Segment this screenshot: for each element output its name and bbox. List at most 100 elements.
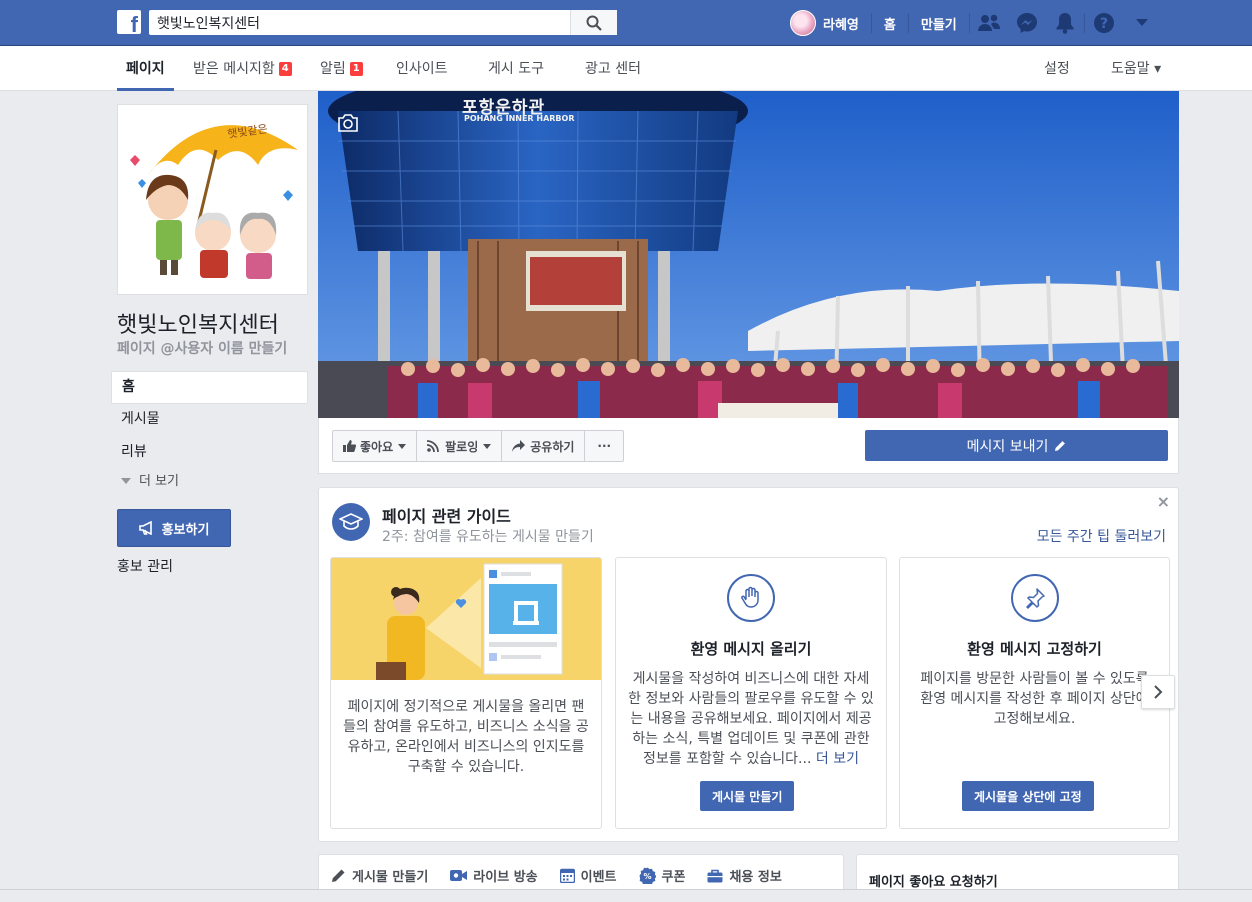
friend-requests-button[interactable] — [970, 0, 1008, 46]
follow-button[interactable]: 팔로잉 — [417, 431, 503, 461]
create-post-tab[interactable]: 게시물 만들기 — [331, 866, 428, 885]
facebook-logo-icon[interactable]: f — [117, 10, 141, 34]
profile-picture[interactable]: 햇빛같은 — [117, 104, 308, 295]
calendar-icon — [559, 868, 575, 883]
notifications-button[interactable] — [1046, 0, 1084, 46]
composer-label: 라이브 방송 — [473, 870, 538, 885]
search-box — [149, 10, 617, 35]
tab-ad-center[interactable]: 광고 센터 — [585, 46, 641, 91]
chevron-right-icon — [1154, 685, 1163, 699]
notifications-count-badge: 1 — [349, 62, 363, 76]
composer-label: 채용 정보 — [729, 870, 782, 885]
pin-icon — [1025, 588, 1045, 609]
caret-down-icon — [121, 478, 131, 484]
composer-label: 게시물 만들기 — [352, 870, 429, 885]
page-title: 햇빛노인복지센터 — [117, 313, 279, 338]
guide-title: 페이지 관련 가이드 — [382, 507, 511, 526]
thumbs-up-icon — [343, 440, 356, 452]
home-link[interactable]: 홈 — [872, 14, 908, 33]
cover-sign-english: POHANG INNER HARBOR — [464, 114, 575, 123]
left-nav: 홈 게시물 리뷰 더 보기 — [111, 371, 308, 498]
create-username-link[interactable]: 페이지 @사용자 이름 만들기 — [117, 338, 287, 358]
see-more-link[interactable]: 더 보기 — [816, 751, 859, 765]
left-nav-reviews[interactable]: 리뷰 — [111, 437, 308, 470]
svg-text:%: % — [643, 872, 651, 881]
next-tip-button[interactable] — [1141, 675, 1175, 709]
search-button[interactable] — [570, 10, 617, 35]
tab-inbox[interactable]: 받은 메시지함 4 — [193, 46, 292, 91]
action-button-group: 좋아요 팔로잉 공유하기 ··· — [332, 430, 625, 462]
tab-settings[interactable]: 설정 — [1044, 46, 1070, 91]
tip-text: 페이지를 방문한 사람들이 볼 수 있도록 환영 메시지를 작성한 후 페이지 … — [920, 671, 1149, 727]
top-right-nav: 라혜영 홈 만들기 ? — [790, 0, 1161, 46]
svg-text:?: ? — [1100, 16, 1108, 32]
caret-down-icon — [483, 443, 492, 449]
cover-action-bar: 좋아요 팔로잉 공유하기 ··· 메시지 보내기 — [318, 418, 1179, 474]
like-label: 좋아요 — [360, 439, 394, 454]
search-input[interactable] — [149, 10, 569, 35]
cover-photo[interactable]: 포항운하관 POHANG INNER HARBOR — [318, 91, 1179, 418]
send-message-button[interactable]: 메시지 보내기 — [865, 430, 1168, 461]
tip-title: 환영 메시지 고정하기 — [967, 640, 1102, 658]
camera-icon[interactable] — [337, 114, 359, 132]
tab-publishing-tools[interactable]: 게시 도구 — [488, 46, 544, 91]
megaphone-icon — [138, 521, 152, 535]
live-video-tab[interactable]: 라이브 방송 — [450, 866, 538, 885]
tip-illustration — [331, 558, 601, 680]
caret-down-icon — [1135, 19, 1148, 26]
create-post-button[interactable]: 게시물 만들기 — [700, 781, 795, 811]
follow-label: 팔로잉 — [445, 439, 479, 454]
help-button[interactable]: ? — [1085, 0, 1123, 46]
jobs-tab[interactable]: 채용 정보 — [707, 866, 782, 885]
share-button[interactable]: 공유하기 — [502, 431, 586, 461]
share-icon — [512, 440, 526, 452]
left-nav-more[interactable]: 더 보기 — [111, 470, 308, 498]
tab-page[interactable]: 페이지 — [117, 46, 174, 91]
tab-label: 알림 — [320, 61, 346, 77]
see-all-tips-link[interactable]: 모든 주간 팁 둘러보기 — [1037, 526, 1166, 546]
page-nav: 페이지 받은 메시지함 4 알림 1 인사이트 게시 도구 광고 센터 설정 도움말… — [0, 46, 1252, 91]
briefcase-icon — [707, 869, 723, 882]
tip-icon-circle — [1010, 574, 1059, 622]
tip-icon-circle — [727, 574, 775, 622]
pencil-icon — [332, 869, 345, 882]
messenger-button[interactable] — [1008, 0, 1046, 46]
profile-link[interactable]: 라혜영 — [790, 10, 871, 36]
cover-image — [318, 91, 1179, 418]
send-message-label: 메시지 보내기 — [966, 438, 1049, 455]
profile-illustration: 햇빛같은 — [118, 105, 307, 294]
avatar — [790, 10, 816, 36]
caret-down-icon — [398, 443, 407, 449]
tab-label: 받은 메시지함 — [193, 61, 275, 77]
tab-insights[interactable]: 인사이트 — [396, 46, 448, 91]
tab-label: 페이지 — [126, 61, 165, 77]
tip-title: 환영 메시지 올리기 — [690, 640, 812, 658]
more-label: 더 보기 — [139, 474, 180, 489]
event-tab[interactable]: 이벤트 — [559, 866, 617, 885]
video-icon — [450, 870, 468, 881]
guide-subtitle: 2주: 참여를 유도하는 게시물 만들기 — [382, 529, 594, 545]
promote-manage-link[interactable]: 홍보 관리 — [117, 556, 173, 576]
pin-post-button[interactable]: 게시물을 상단에 고정 — [962, 781, 1094, 811]
guide-tip-card: 환영 메시지 올리기 게시물을 작성하여 비즈니스에 대한 자세한 정보와 사람… — [615, 557, 887, 829]
close-icon[interactable]: × — [1157, 492, 1170, 511]
like-button[interactable]: 좋아요 — [333, 431, 418, 461]
guide-tip-card: 환영 메시지 고정하기 페이지를 방문한 사람들이 볼 수 있도록 환영 메시지… — [899, 557, 1170, 829]
coupon-tab[interactable]: % 쿠폰 — [639, 866, 685, 885]
guide-badge — [332, 503, 370, 541]
left-nav-posts[interactable]: 게시물 — [111, 404, 308, 437]
more-options-button[interactable]: ··· — [585, 431, 623, 461]
coupon-icon: % — [639, 867, 656, 884]
promote-button[interactable]: 홍보하기 — [117, 509, 231, 547]
guide-tip-card: 페이지에 정기적으로 게시물을 올리면 팬들의 참여를 유도하고, 비즈니스 소… — [330, 557, 602, 829]
account-menu-button[interactable] — [1123, 0, 1161, 46]
tip-text: 게시물을 작성하여 비즈니스에 대한 자세한 정보와 사람들의 팔로우를 유도할… — [628, 669, 874, 765]
bottom-edge — [0, 889, 1252, 902]
tab-help[interactable]: 도움말 ▾ — [1111, 46, 1161, 91]
tab-notifications[interactable]: 알림 1 — [320, 46, 363, 91]
create-link[interactable]: 만들기 — [909, 14, 969, 33]
top-bar: f 라혜영 홈 만들기 ? — [0, 0, 1252, 46]
composer-actions: 게시물 만들기 라이브 방송 이벤트 % 쿠폰 채용 정보 — [331, 866, 804, 885]
left-nav-home[interactable]: 홈 — [111, 371, 308, 404]
messenger-icon — [1016, 13, 1037, 33]
